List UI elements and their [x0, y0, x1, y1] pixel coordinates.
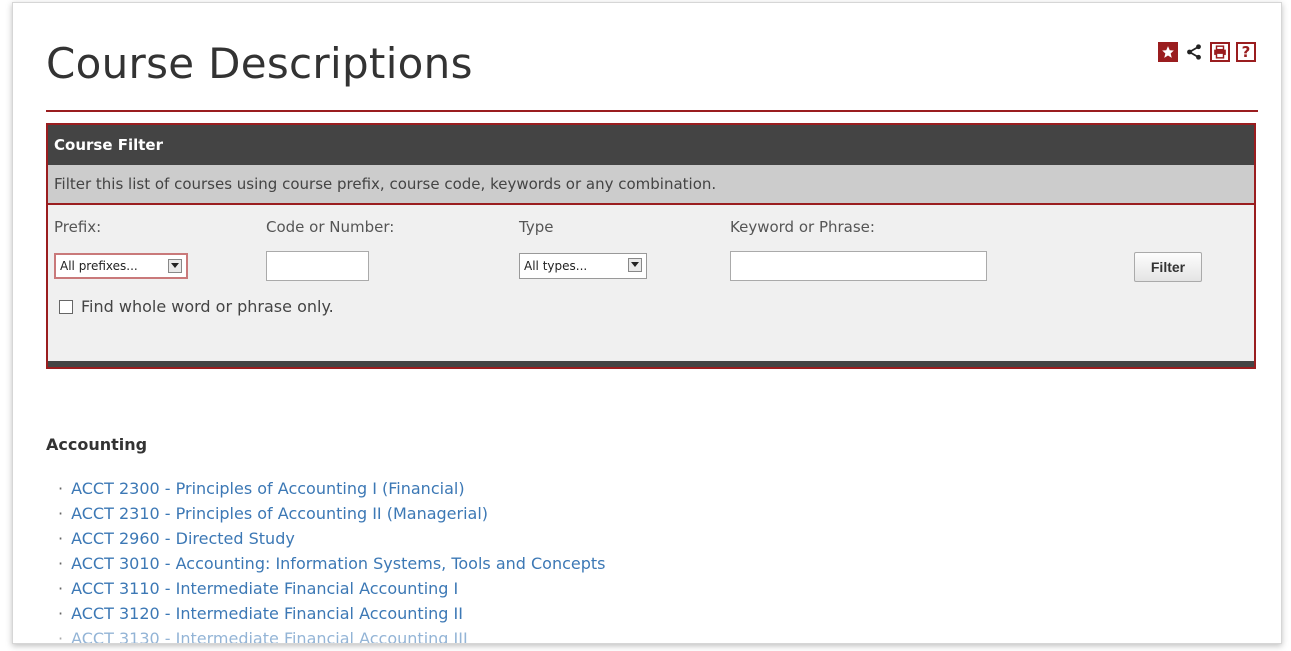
code-label: Code or Number:: [266, 218, 395, 236]
code-input[interactable]: [266, 251, 369, 281]
whole-word-label: Find whole word or phrase only.: [81, 297, 334, 316]
whole-word-checkbox[interactable]: [59, 299, 73, 314]
prefix-select-value: All prefixes...: [60, 259, 138, 273]
filter-button[interactable]: Filter: [1134, 252, 1202, 282]
chevron-down-icon: [168, 259, 182, 273]
course-link[interactable]: · ACCT 3130 - Intermediate Financial Acco…: [58, 626, 606, 643]
keyword-label: Keyword or Phrase:: [730, 218, 875, 236]
filter-heading: Course Filter: [48, 125, 1254, 165]
course-link[interactable]: · ACCT 2960 - Directed Study: [58, 526, 606, 551]
page-toolbar: ?: [1158, 42, 1256, 62]
course-link[interactable]: · ACCT 3110 - Intermediate Financial Acco…: [58, 576, 606, 601]
share-icon[interactable]: [1184, 42, 1204, 62]
course-link[interactable]: · ACCT 3120 - Intermediate Financial Acco…: [58, 601, 606, 626]
section-heading-accounting: Accounting: [46, 435, 148, 454]
course-list: · ACCT 2300 - Principles of Accounting I …: [58, 476, 606, 643]
page-title: Course Descriptions: [46, 39, 473, 88]
help-glyph: ?: [1241, 42, 1251, 61]
help-icon[interactable]: ?: [1236, 42, 1256, 62]
whole-word-option[interactable]: Find whole word or phrase only.: [59, 297, 334, 316]
type-select-value: All types...: [524, 259, 588, 273]
course-filter-panel: Course Filter Filter this list of course…: [46, 123, 1256, 369]
filter-description: Filter this list of courses using course…: [48, 165, 1254, 205]
keyword-input[interactable]: [730, 251, 987, 281]
print-icon[interactable]: [1210, 42, 1230, 62]
prefix-select[interactable]: All prefixes...: [54, 253, 188, 279]
title-divider: [46, 110, 1258, 112]
course-link[interactable]: · ACCT 2300 - Principles of Accounting I …: [58, 476, 606, 501]
type-label: Type: [519, 218, 554, 236]
chevron-down-icon: [628, 258, 642, 272]
prefix-label: Prefix:: [54, 218, 102, 236]
star-icon[interactable]: [1158, 42, 1178, 62]
course-link[interactable]: · ACCT 3010 - Accounting: Information Sys…: [58, 551, 606, 576]
page-frame: Course Descriptions ? Course Filter Filt…: [12, 2, 1282, 644]
course-link[interactable]: · ACCT 2310 - Principles of Accounting II…: [58, 501, 606, 526]
filter-footer-bar: [48, 361, 1254, 367]
type-select[interactable]: All types...: [519, 253, 647, 279]
